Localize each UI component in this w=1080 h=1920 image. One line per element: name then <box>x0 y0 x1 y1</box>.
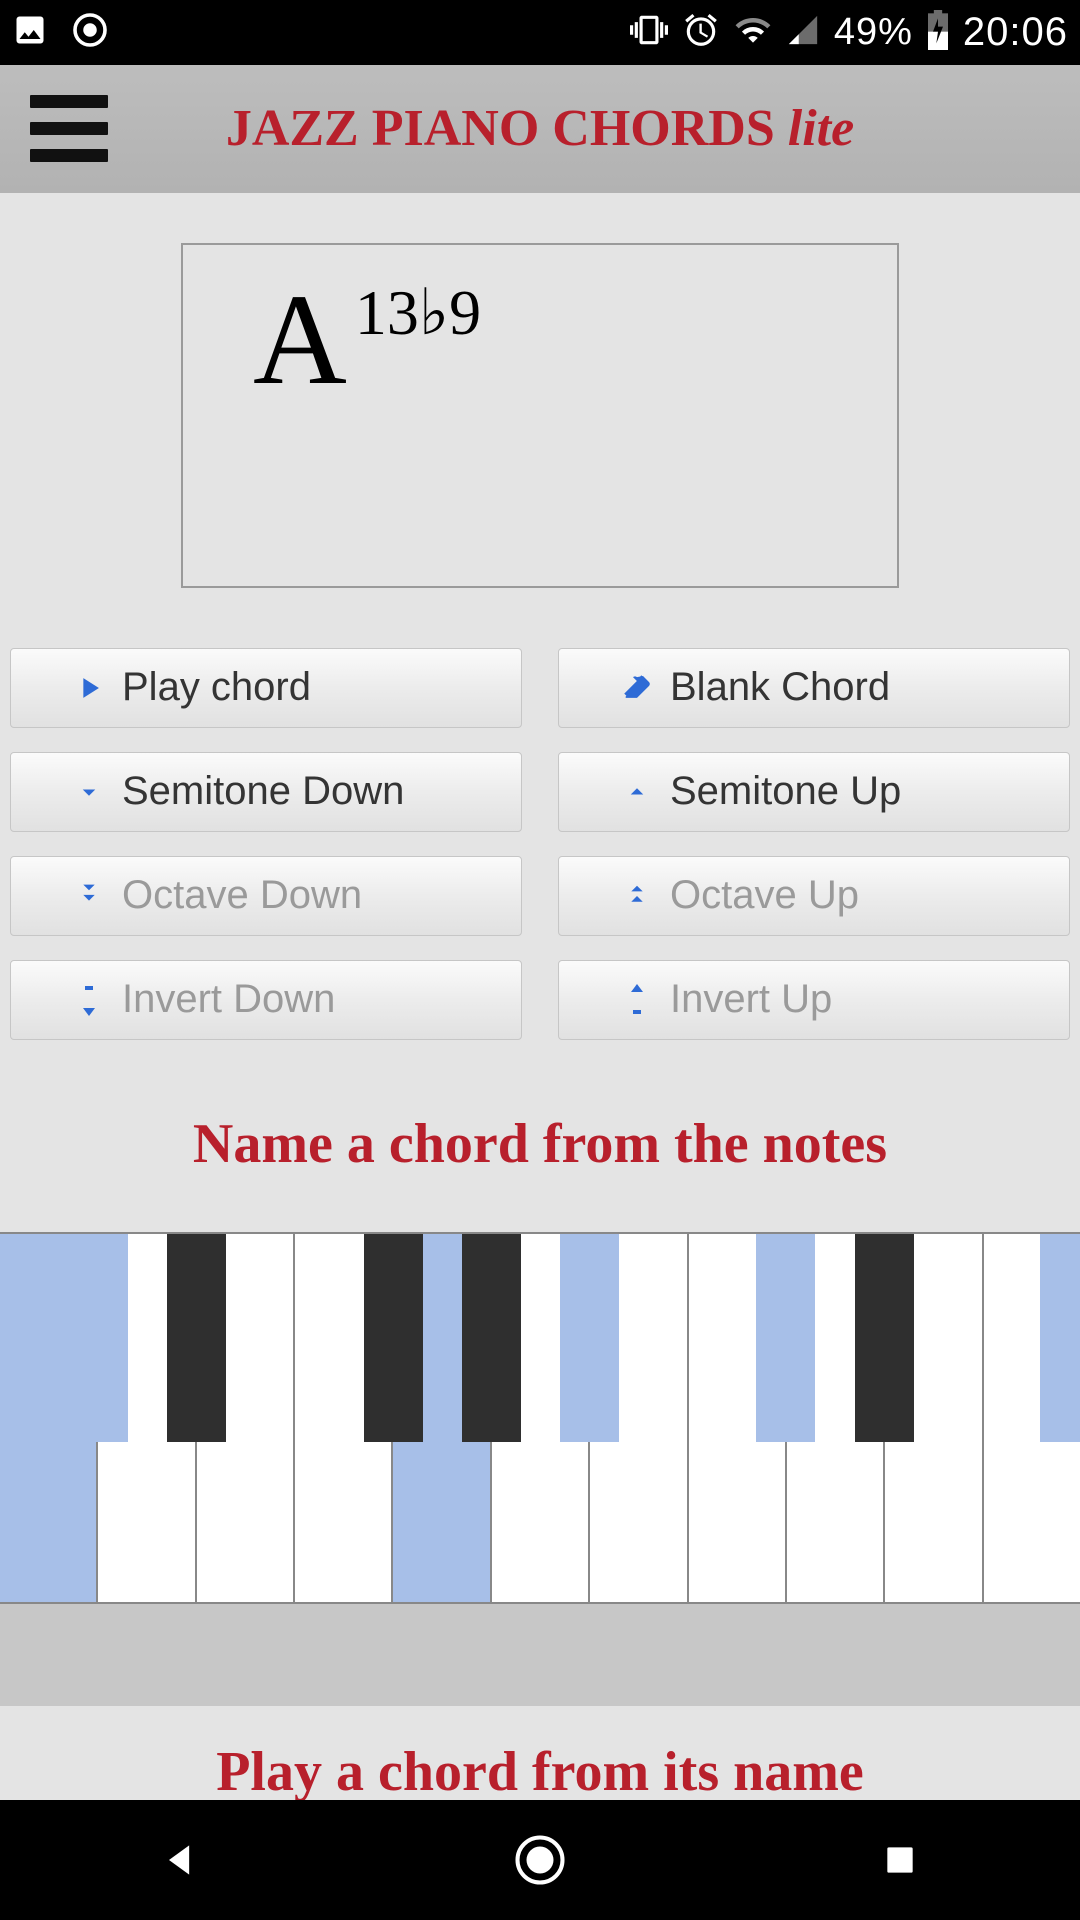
black-key[interactable] <box>855 1234 914 1442</box>
record-icon <box>72 12 108 53</box>
status-right-icons: 49% 20:06 <box>630 10 1068 55</box>
name-chord-heading: Name a chord from the notes <box>0 1112 1080 1176</box>
battery-percentage: 49% <box>834 11 913 54</box>
black-key[interactable] <box>462 1234 521 1442</box>
black-key[interactable] <box>364 1234 423 1442</box>
piano-keyboard[interactable] <box>0 1232 1080 1604</box>
octave-down-button[interactable]: Octave Down <box>10 856 522 936</box>
main-content: A13♭9 Play chord Blank Chord Semitone Do… <box>0 193 1080 1800</box>
black-key[interactable] <box>69 1234 128 1442</box>
arrow-down-icon <box>56 982 122 1018</box>
alarm-icon <box>682 11 720 54</box>
section-divider <box>0 1604 1080 1706</box>
status-clock: 20:06 <box>963 10 1068 55</box>
app-title: JAZZ PIANO CHORDS lite <box>0 99 1080 158</box>
black-key[interactable] <box>1040 1234 1080 1442</box>
app-title-main: JAZZ PIANO CHORDS <box>226 100 788 157</box>
app-title-lite: lite <box>788 100 854 157</box>
octave-up-label: Octave Up <box>670 873 859 918</box>
blank-chord-label: Blank Chord <box>670 665 890 710</box>
black-key[interactable] <box>560 1234 619 1442</box>
arrow-up-icon <box>604 982 670 1018</box>
eraser-icon <box>604 671 670 705</box>
play-chord-heading: Play a chord from its name <box>0 1706 1080 1800</box>
android-status-bar: 49% 20:06 <box>0 0 1080 65</box>
invert-up-button[interactable]: Invert Up <box>558 960 1070 1040</box>
nav-home-button[interactable] <box>510 1830 570 1890</box>
invert-up-label: Invert Up <box>670 977 832 1022</box>
nav-recent-button[interactable] <box>870 1830 930 1890</box>
semitone-up-label: Semitone Up <box>670 769 901 814</box>
chord-display[interactable]: A13♭9 <box>181 243 899 588</box>
black-keys-row <box>0 1234 1080 1442</box>
chevron-down-icon <box>56 777 122 807</box>
play-icon <box>56 671 122 705</box>
status-left-icons <box>12 12 108 53</box>
play-chord-button[interactable]: Play chord <box>10 648 522 728</box>
chevron-up-icon <box>604 777 670 807</box>
menu-button[interactable] <box>30 89 110 169</box>
double-chevron-down-icon <box>56 880 122 912</box>
nav-back-button[interactable] <box>150 1830 210 1890</box>
semitone-down-button[interactable]: Semitone Down <box>10 752 522 832</box>
wifi-icon <box>734 11 772 54</box>
play-chord-label: Play chord <box>122 665 311 710</box>
invert-down-label: Invert Down <box>122 977 335 1022</box>
button-grid: Play chord Blank Chord Semitone Down Sem… <box>10 648 1070 1040</box>
battery-charging-icon <box>927 10 949 55</box>
android-nav-bar <box>0 1800 1080 1920</box>
blank-chord-button[interactable]: Blank Chord <box>558 648 1070 728</box>
double-chevron-up-icon <box>604 880 670 912</box>
app-header: JAZZ PIANO CHORDS lite <box>0 65 1080 193</box>
chord-extension: 13♭9 <box>355 281 481 345</box>
vibrate-icon <box>630 11 668 54</box>
octave-up-button[interactable]: Octave Up <box>558 856 1070 936</box>
chord-root: A <box>253 275 347 405</box>
black-key[interactable] <box>756 1234 815 1442</box>
invert-down-button[interactable]: Invert Down <box>10 960 522 1040</box>
semitone-down-label: Semitone Down <box>122 769 404 814</box>
semitone-up-button[interactable]: Semitone Up <box>558 752 1070 832</box>
signal-icon <box>786 13 820 52</box>
picture-icon <box>12 12 48 53</box>
black-key[interactable] <box>167 1234 226 1442</box>
octave-down-label: Octave Down <box>122 873 362 918</box>
